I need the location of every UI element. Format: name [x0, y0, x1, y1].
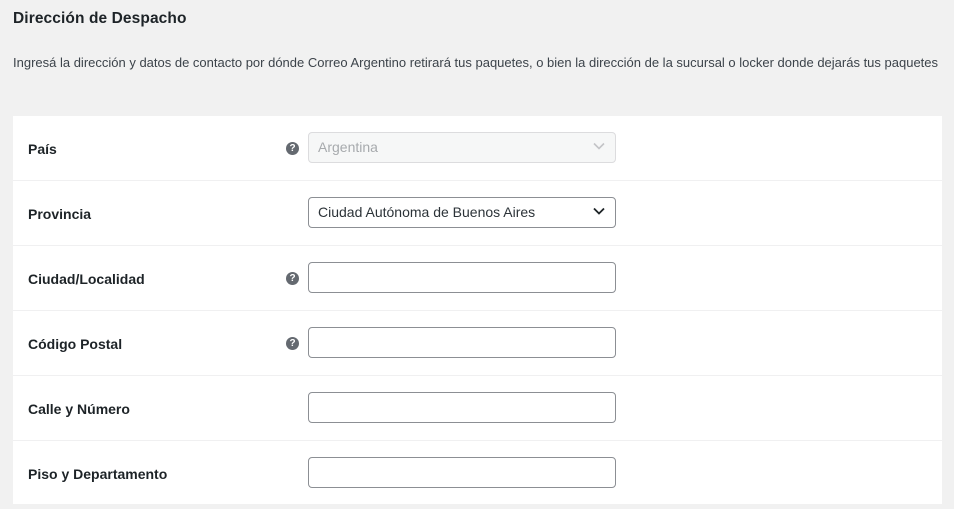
pais-select: Argentina: [308, 132, 616, 163]
chevron-down-icon: [593, 142, 605, 150]
ciudad-label: Ciudad/Localidad: [28, 271, 145, 287]
calle-input[interactable]: [308, 392, 616, 423]
provincia-label: Provincia: [28, 206, 92, 222]
form-row-provincia: Provincia Ciudad Autónoma de Buenos Aire…: [13, 181, 942, 246]
form-row-calle: Calle y Número: [13, 376, 942, 441]
section-description: Ingresá la dirección y datos de contacto…: [13, 55, 939, 70]
question-circle-icon[interactable]: ?: [286, 337, 299, 350]
codigo-postal-input[interactable]: [308, 327, 616, 358]
piso-input[interactable]: [308, 457, 616, 488]
provincia-select[interactable]: Ciudad Autónoma de Buenos Aires: [308, 197, 616, 228]
question-circle-icon[interactable]: ?: [286, 142, 299, 155]
pais-selected-value: Argentina: [318, 139, 378, 155]
form-row-pais: País ? Argentina: [13, 116, 942, 181]
section-title: Dirección de Despacho: [13, 10, 187, 27]
shipping-settings-page: Dirección de Despacho Ingresá la direcci…: [0, 0, 954, 509]
address-form: País ? Argentina Provincia Ciudad Autóno…: [13, 116, 942, 504]
piso-label: Piso y Departamento: [28, 466, 168, 482]
form-row-ciudad: Ciudad/Localidad ?: [13, 246, 942, 311]
calle-label: Calle y Número: [28, 401, 130, 417]
question-circle-icon[interactable]: ?: [286, 272, 299, 285]
codigo-postal-label: Código Postal: [28, 336, 123, 352]
provincia-selected-value: Ciudad Autónoma de Buenos Aires: [318, 204, 536, 220]
form-row-piso: Piso y Departamento: [13, 441, 942, 505]
pais-label: País: [28, 141, 57, 157]
form-row-codigo-postal: Código Postal ?: [13, 311, 942, 376]
ciudad-input[interactable]: [308, 262, 616, 293]
chevron-down-icon: [593, 207, 605, 215]
